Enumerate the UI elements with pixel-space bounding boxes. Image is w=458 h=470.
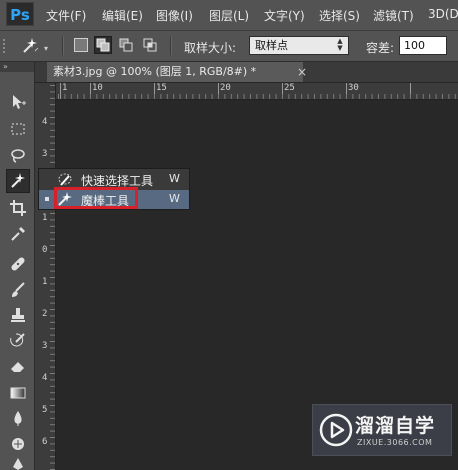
play-logo-icon [319, 413, 353, 447]
lasso-tool-icon[interactable] [6, 144, 30, 168]
ruler-label: 10 [92, 83, 103, 93]
menu-select[interactable]: 选择(S) [319, 7, 360, 24]
ruler-label: 25 [284, 83, 295, 93]
ruler-label: 1 [42, 213, 48, 223]
vertical-ruler[interactable]: 4 3 2 1 0 1 2 3 4 5 6 [35, 83, 56, 470]
ruler-label: 4 [42, 117, 48, 127]
ruler-label: 20 [220, 83, 231, 93]
close-tab-icon[interactable]: × [297, 62, 307, 82]
pen-tool-icon[interactable] [6, 457, 30, 470]
menu-3d[interactable]: 3D(D) [428, 7, 458, 21]
intersect-selection-mode-icon[interactable] [143, 38, 157, 52]
watermark-title: 溜溜自学 [355, 415, 436, 437]
selected-bullet-icon [45, 197, 49, 201]
flyout-item-shortcut: W [169, 192, 180, 205]
magic-wand-tool-icon[interactable] [6, 169, 30, 193]
marquee-tool-icon[interactable] [6, 117, 30, 141]
menu-edit[interactable]: 编辑(E) [102, 7, 143, 24]
move-tool-icon[interactable] [6, 90, 30, 114]
watermark-subtitle: ZIXUE.3066.COM [357, 438, 433, 447]
menu-filter[interactable]: 滤镜(T) [373, 7, 414, 24]
ruler-label: 15 [156, 83, 167, 93]
subtract-selection-mode-icon[interactable] [119, 38, 133, 52]
eyedropper-tool-icon[interactable] [6, 222, 30, 246]
sample-size-label: 取样大小: [184, 41, 237, 55]
brush-tool-icon[interactable] [6, 278, 30, 302]
tolerance-input[interactable]: 100 [399, 36, 447, 55]
blur-tool-icon[interactable] [6, 406, 30, 430]
options-bar: ▾ 取样大小: 取样点 ▲ ▼ 容差: 100 [0, 31, 458, 62]
document-tab-bar: 素材3.jpg @ 100% (图层 1, RGB/8#) * × [35, 62, 458, 83]
gradient-tool-icon[interactable] [6, 381, 30, 405]
divider [170, 37, 172, 55]
ruler-label: 0 [42, 245, 48, 255]
menu-image[interactable]: 图像(I) [156, 7, 193, 24]
tools-panel-collapse-icon[interactable]: » [0, 62, 34, 72]
clone-stamp-tool-icon[interactable] [6, 303, 30, 327]
sample-size-value: 取样点 [255, 39, 288, 52]
ruler-label: 3 [42, 341, 48, 351]
ruler-label: 1 [62, 83, 68, 93]
menu-type[interactable]: 文字(Y) [264, 7, 305, 24]
ruler-label: 5 [42, 405, 48, 415]
dodge-tool-icon[interactable] [6, 432, 30, 456]
history-brush-tool-icon[interactable] [6, 329, 30, 353]
sample-size-dropdown[interactable]: 取样点 ▲ ▼ [249, 36, 349, 55]
dropdown-arrows-icon: ▲ ▼ [337, 37, 343, 52]
photoshop-logo: Ps [6, 2, 34, 26]
ruler-label: 3 [42, 149, 48, 159]
new-selection-mode-icon[interactable] [74, 38, 88, 52]
ruler-label: 2 [42, 309, 48, 319]
horizontal-ruler[interactable]: 1 10 15 20 25 30 [56, 83, 458, 100]
flyout-item-shortcut: W [169, 172, 180, 185]
document-tab[interactable]: 素材3.jpg @ 100% (图层 1, RGB/8#) * [47, 62, 303, 82]
magic-wand-preset-icon[interactable] [18, 36, 42, 56]
eraser-tool-icon[interactable] [6, 354, 30, 378]
preset-dropdown-arrow-icon[interactable]: ▾ [44, 44, 48, 53]
annotation-highlight-box [54, 187, 138, 209]
watermark: 溜溜自学 ZIXUE.3066.COM [312, 404, 452, 456]
ruler-label: 6 [42, 437, 48, 447]
tolerance-label: 容差: [366, 41, 395, 55]
healing-brush-tool-icon[interactable] [6, 252, 30, 276]
document-tab-title: 素材3.jpg @ 100% (图层 1, RGB/8#) * [53, 65, 257, 78]
menu-file[interactable]: 文件(F) [46, 7, 86, 24]
quick-selection-icon [57, 172, 73, 187]
divider [62, 37, 64, 55]
add-selection-mode-icon[interactable] [94, 36, 112, 54]
menu-bar: Ps 文件(F) 编辑(E) 图像(I) 图层(L) 文字(Y) 选择(S) 滤… [0, 0, 458, 31]
ruler-label: 1 [42, 277, 48, 287]
menu-layer[interactable]: 图层(L) [209, 7, 249, 24]
ruler-label: 4 [42, 373, 48, 383]
crop-tool-icon[interactable] [6, 196, 30, 220]
ruler-label: 30 [348, 83, 359, 93]
grip-handle[interactable] [3, 39, 11, 53]
